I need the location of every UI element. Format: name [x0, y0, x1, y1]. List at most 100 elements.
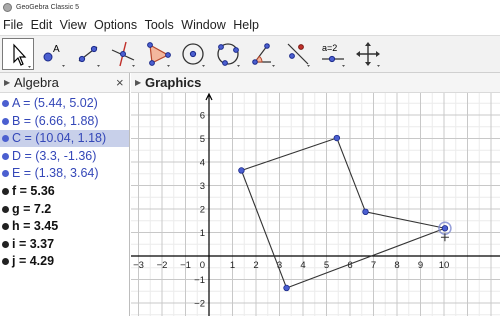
- algebra-item-text: i = 3.37: [12, 236, 55, 251]
- slider-tool-label: a=2: [322, 43, 337, 53]
- algebra-item-text: A = (5.44, 5.02): [12, 96, 98, 110]
- reflect-tool-button[interactable]: [282, 38, 314, 70]
- algebra-item[interactable]: A = (5.44, 5.02): [0, 95, 129, 112]
- x-tick-label: −1: [180, 260, 191, 271]
- algebra-header: ▶ Algebra ×: [0, 73, 130, 93]
- x-tick-label: 10: [439, 260, 450, 271]
- x-tick-label: 1: [230, 260, 235, 271]
- perpendicular-line-tool-button[interactable]: [107, 38, 139, 70]
- x-tick-label: 4: [300, 260, 305, 271]
- visibility-toggle-icon[interactable]: [2, 188, 9, 195]
- angle-tool-button[interactable]: [247, 38, 279, 70]
- algebra-item[interactable]: C = (10.04, 1.18): [0, 130, 129, 148]
- algebra-item-text: j = 4.29: [12, 254, 55, 269]
- visibility-toggle-icon[interactable]: [2, 135, 9, 143]
- algebra-view: A = (5.44, 5.02) B = (6.66, 1.88) C = (10.…: [0, 93, 130, 316]
- algebra-item-text: f = 5.36: [12, 184, 55, 198]
- x-tick-label: 5: [324, 260, 329, 271]
- collapse-triangle-icon[interactable]: ▶: [135, 73, 141, 92]
- algebra-item[interactable]: h = 3.45: [0, 218, 129, 235]
- point-E[interactable]: [238, 167, 245, 174]
- collapse-triangle-icon[interactable]: ▶: [4, 73, 10, 92]
- y-tick-label: 1: [200, 228, 205, 239]
- point-tool-icon: A: [43, 44, 65, 67]
- visibility-toggle-icon[interactable]: [2, 240, 9, 248]
- reflect-tool-icon: [287, 43, 310, 67]
- slider-tool-icon: a=2: [322, 43, 345, 67]
- visibility-toggle-icon[interactable]: [2, 100, 9, 107]
- toolbar: A a=2: [0, 35, 500, 73]
- menu-options[interactable]: Options: [91, 15, 137, 35]
- x-tick-label: −2: [157, 260, 168, 271]
- x-tick-label: 8: [394, 260, 399, 271]
- menu-file[interactable]: File: [0, 15, 23, 35]
- visibility-toggle-icon[interactable]: [2, 258, 9, 266]
- algebra-item-text: E = (1.38, 3.64): [12, 166, 99, 181]
- point-D[interactable]: [283, 284, 290, 292]
- y-tick-label: 3: [200, 181, 205, 192]
- graphics-view[interactable]: −4−3−2−1012345678910654321−1−2: [110, 92, 500, 316]
- circle-tool-button[interactable]: [177, 38, 209, 70]
- algebra-item[interactable]: j = 4.29: [0, 253, 129, 270]
- algebra-item[interactable]: E = (1.38, 3.64): [0, 165, 129, 182]
- polygon-segment[interactable]: [365, 211, 446, 229]
- y-tick-label: 5: [200, 134, 205, 145]
- algebra-item[interactable]: g = 7.2: [0, 201, 129, 218]
- visibility-toggle-icon[interactable]: [2, 152, 9, 160]
- point-tool-button[interactable]: A: [37, 38, 69, 70]
- move-graphics-view-tool-icon: [356, 42, 380, 67]
- line-tool-button[interactable]: [72, 38, 104, 70]
- y-tick-label: −2: [194, 299, 205, 310]
- visibility-toggle-icon[interactable]: [2, 205, 9, 213]
- menu-view[interactable]: View: [57, 15, 87, 35]
- y-tick-label: 4: [200, 158, 205, 169]
- y-tick-label: 2: [200, 205, 205, 216]
- visibility-toggle-icon[interactable]: [2, 117, 9, 125]
- algebra-item[interactable]: D = (3.3, -1.36): [0, 148, 129, 165]
- point-A[interactable]: [333, 134, 341, 142]
- circle-tool-icon: [182, 43, 205, 67]
- graphics-canvas[interactable]: −4−3−2−1012345678910654321−1−2: [110, 92, 500, 316]
- visibility-toggle-icon[interactable]: [2, 223, 9, 231]
- algebra-item[interactable]: f = 5.36: [0, 183, 129, 200]
- graphics-header: ▶ Graphics: [131, 73, 500, 93]
- algebra-item-text: C = (10.04, 1.18): [12, 131, 107, 146]
- slider-tool-button[interactable]: a=2: [317, 38, 349, 70]
- algebra-item-text: B = (6.66, 1.88): [12, 113, 99, 128]
- move-tool-icon: [13, 43, 31, 68]
- x-tick-label: 2: [253, 260, 258, 271]
- point-C[interactable]: [441, 225, 449, 232]
- move-graphics-view-tool-button[interactable]: [352, 38, 384, 70]
- algebra-item[interactable]: B = (6.66, 1.88): [0, 113, 129, 130]
- y-tick-label: 6: [200, 111, 205, 122]
- x-tick-label: −3: [133, 260, 144, 271]
- graphics-title: Graphics: [145, 75, 202, 90]
- algebra-title: Algebra: [14, 75, 59, 90]
- close-icon[interactable]: ×: [116, 73, 124, 92]
- polygon-segment[interactable]: [336, 137, 367, 213]
- circle-three-points-tool-icon: [217, 43, 240, 67]
- polygon-tool-button[interactable]: [142, 38, 174, 70]
- x-tick-label: 9: [418, 260, 423, 271]
- x-tick-label: 0: [200, 260, 205, 271]
- menu-window[interactable]: Window: [178, 15, 225, 35]
- line-tool-icon: [78, 45, 100, 67]
- angle-tool-icon: [252, 43, 275, 67]
- menu-edit[interactable]: Edit: [28, 15, 53, 35]
- perpendicular-line-tool-icon: [111, 41, 135, 67]
- algebra-item[interactable]: i = 3.37: [0, 236, 129, 253]
- y-tick-label: −1: [194, 275, 205, 286]
- svg-text:A: A: [53, 44, 60, 55]
- move-tool-button[interactable]: [2, 38, 34, 70]
- crosshair-cursor-icon: [440, 233, 449, 242]
- algebra-item-text: D = (3.3, -1.36): [12, 148, 97, 163]
- x-tick-label: 6: [347, 260, 352, 271]
- point-B[interactable]: [362, 208, 369, 216]
- menu-bar: File Edit View Options Tools Window Help: [0, 15, 500, 35]
- menu-tools[interactable]: Tools: [142, 15, 174, 35]
- visibility-toggle-icon[interactable]: [2, 170, 9, 178]
- algebra-item-text: h = 3.45: [12, 219, 59, 234]
- menu-help[interactable]: Help: [230, 15, 259, 35]
- window-title: GeoGebra Classic 5: [16, 4, 80, 11]
- circle-three-points-tool-button[interactable]: [212, 38, 244, 70]
